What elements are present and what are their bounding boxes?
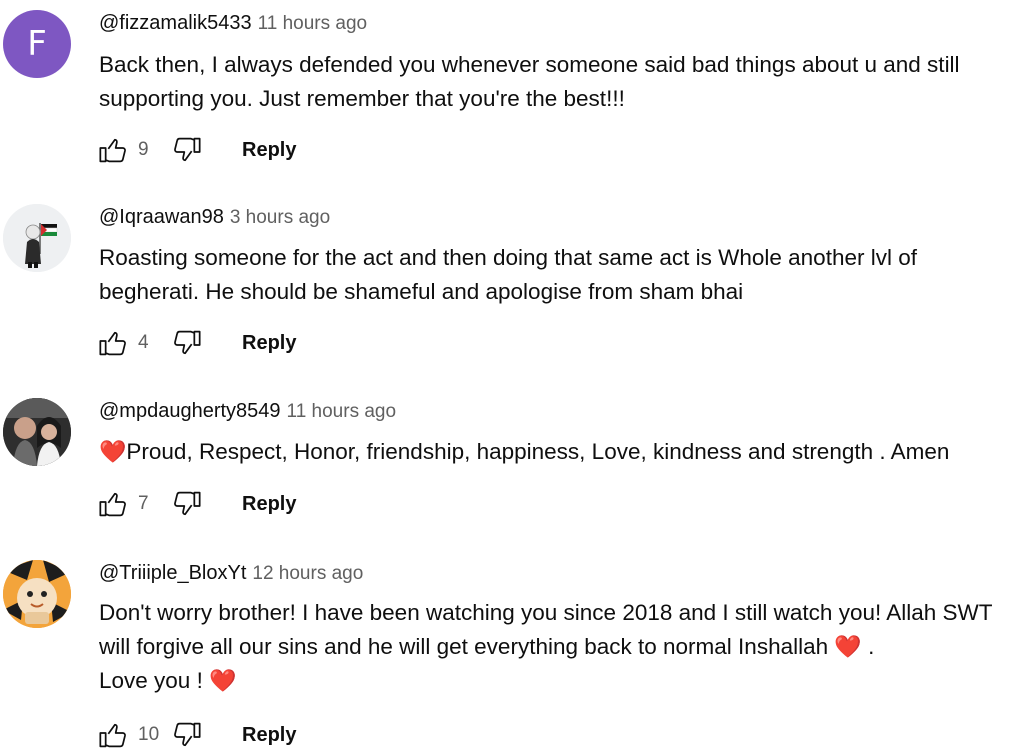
- comment-actions: 4 Reply: [96, 325, 296, 361]
- like-count: 10: [138, 724, 160, 745]
- dislike-icon[interactable]: [170, 718, 204, 752]
- comment-author[interactable]: @Triiiple_BloxYt: [99, 562, 246, 584]
- comment-text: ❤️Proud, Respect, Honor, friendship, hap…: [99, 435, 1009, 469]
- comment-text: Don't worry brother! I have been watchin…: [99, 596, 1009, 698]
- comment-actions: 7 Reply: [96, 486, 296, 522]
- comment-author[interactable]: @mpdaugherty8549: [99, 400, 281, 422]
- like-icon[interactable]: [96, 133, 130, 167]
- dislike-icon[interactable]: [170, 326, 204, 360]
- comment-time[interactable]: 11 hours ago: [287, 401, 397, 422]
- heart-icon: ❤️: [99, 439, 127, 464]
- heart-icon: ❤️: [209, 668, 237, 693]
- comment-text-closing: Love you !: [99, 668, 203, 693]
- like-count: 9: [138, 139, 149, 160]
- like-icon[interactable]: [96, 718, 130, 752]
- comment-header: @fizzamalik5433 11 hours ago: [99, 12, 367, 40]
- comment-time[interactable]: 12 hours ago: [252, 563, 363, 584]
- comment-author[interactable]: @fizzamalik5433: [99, 12, 252, 34]
- avatar-image: [3, 560, 71, 628]
- comment-actions: 9 Reply: [96, 132, 296, 168]
- comment-header: @Iqraawan98 3 hours ago: [99, 206, 330, 234]
- like-count: 4: [138, 332, 149, 353]
- reply-button[interactable]: Reply: [242, 724, 296, 747]
- comment-time[interactable]: 11 hours ago: [258, 13, 368, 34]
- like-count: 7: [138, 493, 149, 514]
- comment-time[interactable]: 3 hours ago: [230, 207, 330, 228]
- reply-button[interactable]: Reply: [242, 332, 296, 355]
- comment-text-body: Proud, Respect, Honor, friendship, happi…: [126, 439, 950, 464]
- avatar-image: [3, 398, 71, 466]
- avatar[interactable]: [3, 204, 71, 272]
- comment-text-period: .: [868, 634, 875, 659]
- reply-button[interactable]: Reply: [242, 493, 296, 516]
- like-icon[interactable]: [96, 487, 130, 521]
- avatar[interactable]: F: [3, 10, 71, 78]
- comment-text: Back then, I always defended you wheneve…: [99, 52, 960, 111]
- avatar[interactable]: [3, 560, 71, 628]
- like-icon[interactable]: [96, 326, 130, 360]
- avatar[interactable]: [3, 398, 71, 466]
- heart-icon: ❤️: [834, 634, 862, 659]
- comment-header: @mpdaugherty8549 11 hours ago: [99, 400, 396, 428]
- comment-author[interactable]: @Iqraawan98: [99, 206, 224, 228]
- avatar-image: [3, 204, 71, 272]
- comment-text: Roasting someone for the act and then do…: [99, 245, 917, 304]
- dislike-icon[interactable]: [170, 133, 204, 167]
- comment-header: @Triiiple_BloxYt 12 hours ago: [99, 562, 363, 590]
- reply-button[interactable]: Reply: [242, 139, 296, 162]
- dislike-icon[interactable]: [170, 487, 204, 521]
- avatar-letter: F: [27, 24, 47, 64]
